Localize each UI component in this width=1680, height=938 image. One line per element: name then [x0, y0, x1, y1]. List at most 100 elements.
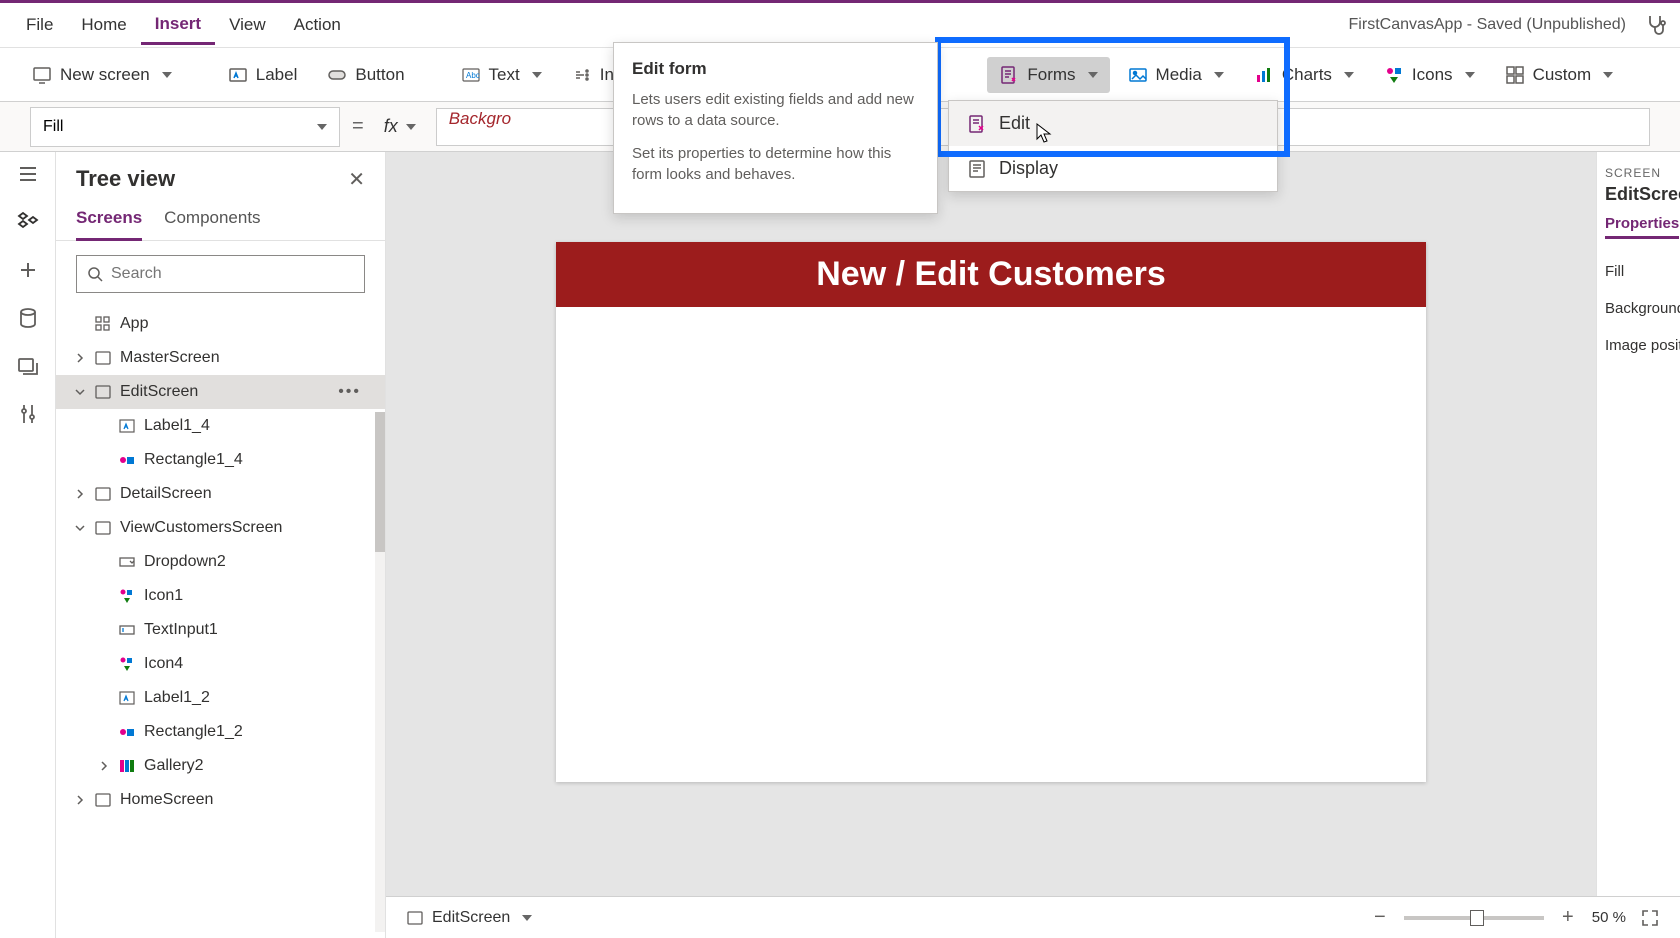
- hamburger-icon[interactable]: [16, 162, 40, 186]
- advanced-tools-icon[interactable]: [16, 402, 40, 426]
- label-icon: [228, 65, 248, 85]
- app-save-status: FirstCanvasApp - Saved (Unpublished): [1349, 16, 1626, 34]
- tree-list: App MasterScreen EditScreen ••• Label1_4…: [56, 307, 385, 938]
- tree-item-icon1[interactable]: Icon1: [56, 579, 385, 613]
- tooltip-body-2: Set its properties to determine how this…: [632, 143, 919, 185]
- forms-button[interactable]: Forms: [987, 57, 1109, 93]
- menu-file[interactable]: File: [12, 7, 67, 43]
- edit-form-tooltip: Edit form Lets users edit existing field…: [613, 42, 938, 214]
- tree-item-rect12[interactable]: Rectangle1_2: [56, 715, 385, 749]
- left-nav-rail: [0, 152, 56, 938]
- media-button[interactable]: Media: [1116, 57, 1236, 93]
- tree-item-editscreen[interactable]: EditScreen •••: [56, 375, 385, 409]
- tree-item-label: Label1_2: [144, 689, 210, 707]
- tree-item-textinput1[interactable]: TextInput1: [56, 613, 385, 647]
- zoom-slider-thumb[interactable]: [1470, 910, 1484, 926]
- menu-action[interactable]: Action: [280, 7, 355, 43]
- tree-item-gallery2[interactable]: Gallery2: [56, 749, 385, 783]
- button-button[interactable]: Button: [315, 57, 416, 93]
- tree-search[interactable]: [76, 255, 365, 293]
- tab-screens[interactable]: Screens: [76, 198, 142, 241]
- screen-icon: [94, 485, 112, 503]
- media-btn-label: Media: [1156, 65, 1202, 85]
- forms-edit-option[interactable]: Edit: [949, 101, 1277, 146]
- tree-item-label: HomeScreen: [120, 791, 213, 809]
- svg-text:Abc: Abc: [466, 71, 480, 80]
- tree-view-icon[interactable]: [16, 210, 40, 234]
- chevron-down-icon[interactable]: [74, 386, 86, 398]
- prop-background[interactable]: Background: [1605, 290, 1672, 327]
- charts-btn-label: Charts: [1282, 65, 1332, 85]
- breadcrumb[interactable]: EditScreen: [406, 909, 532, 927]
- props-tab-properties[interactable]: Properties: [1605, 215, 1679, 239]
- tree-item-label12[interactable]: Label1_2: [56, 681, 385, 715]
- search-icon: [87, 266, 103, 282]
- chevron-right-icon[interactable]: [74, 794, 86, 806]
- forms-edit-label: Edit: [999, 113, 1030, 134]
- tree-item-rect14[interactable]: Rectangle1_4: [56, 443, 385, 477]
- tree-item-label: Label1_4: [144, 417, 210, 435]
- data-icon[interactable]: [16, 306, 40, 330]
- app-icon: [94, 315, 112, 333]
- tree-view-title: Tree view: [76, 166, 175, 192]
- tooltip-title: Edit form: [632, 59, 919, 79]
- chevron-right-icon[interactable]: [98, 760, 110, 772]
- zoom-in-button[interactable]: +: [1558, 906, 1578, 929]
- screen-icon: [94, 349, 112, 367]
- prop-fill[interactable]: Fill: [1605, 253, 1672, 290]
- tree-item-label: Gallery2: [144, 757, 204, 775]
- tree-item-viewcustomers[interactable]: ViewCustomersScreen: [56, 511, 385, 545]
- text-button[interactable]: Abc Text: [449, 57, 554, 93]
- tree-search-input[interactable]: [111, 265, 354, 283]
- media-rail-icon[interactable]: [16, 354, 40, 378]
- fx-button[interactable]: fx: [376, 116, 424, 137]
- canvas-screen[interactable]: New / Edit Customers: [556, 242, 1426, 782]
- prop-image-position[interactable]: Image positi: [1605, 327, 1672, 364]
- canvas-area[interactable]: New / Edit Customers: [386, 152, 1596, 938]
- chevron-down-icon: [162, 72, 172, 78]
- tree-item-label14[interactable]: Label1_4: [56, 409, 385, 443]
- tree-item-masterscreen[interactable]: MasterScreen: [56, 341, 385, 375]
- screen-header-label[interactable]: New / Edit Customers: [556, 242, 1426, 307]
- forms-display-option[interactable]: Display: [949, 146, 1277, 191]
- icons-icon: [1384, 65, 1404, 85]
- menu-insert[interactable]: Insert: [141, 6, 215, 45]
- menu-view[interactable]: View: [215, 7, 280, 43]
- charts-button[interactable]: Charts: [1242, 57, 1366, 93]
- tree-item-icon4[interactable]: Icon4: [56, 647, 385, 681]
- screen-icon: [406, 909, 424, 927]
- fit-to-screen-icon[interactable]: [1640, 908, 1660, 928]
- chevron-right-icon[interactable]: [74, 488, 86, 500]
- icons-button[interactable]: Icons: [1372, 57, 1487, 93]
- zoom-slider[interactable]: [1404, 916, 1544, 920]
- tree-item-label: Icon4: [144, 655, 183, 673]
- scrollbar-thumb[interactable]: [375, 412, 385, 552]
- zoom-out-button[interactable]: −: [1370, 906, 1390, 929]
- insert-icon[interactable]: [16, 258, 40, 282]
- tree-view-panel: Tree view ✕ Screens Components App Maste…: [56, 152, 386, 938]
- forms-dropdown-menu: Edit Display: [948, 100, 1278, 192]
- new-screen-button[interactable]: New screen: [20, 57, 184, 93]
- input-icon: [572, 65, 592, 85]
- screen-icon: [94, 791, 112, 809]
- custom-button[interactable]: Custom: [1493, 57, 1626, 93]
- button-btn-label: Button: [355, 65, 404, 85]
- tooltip-body-1: Lets users edit existing fields and add …: [632, 89, 919, 131]
- label-button[interactable]: Label: [216, 57, 310, 93]
- tree-item-homescreen[interactable]: HomeScreen: [56, 783, 385, 817]
- chevron-right-icon[interactable]: [74, 352, 86, 364]
- top-menu-bar: File Home Insert View Action FirstCanvas…: [0, 0, 1680, 48]
- tree-item-detailscreen[interactable]: DetailScreen: [56, 477, 385, 511]
- dropdown-icon: [118, 553, 136, 571]
- chevron-down-icon[interactable]: [74, 522, 86, 534]
- app-checker-icon[interactable]: [1644, 13, 1668, 37]
- chart-icon: [1254, 65, 1274, 85]
- more-icon[interactable]: •••: [338, 383, 361, 401]
- tree-item-app[interactable]: App: [56, 307, 385, 341]
- close-icon[interactable]: ✕: [348, 167, 365, 192]
- tree-item-dropdown2[interactable]: Dropdown2: [56, 545, 385, 579]
- menu-home[interactable]: Home: [67, 7, 140, 43]
- display-form-icon: [967, 159, 987, 179]
- tab-components[interactable]: Components: [164, 198, 260, 240]
- property-selector[interactable]: Fill: [30, 107, 340, 147]
